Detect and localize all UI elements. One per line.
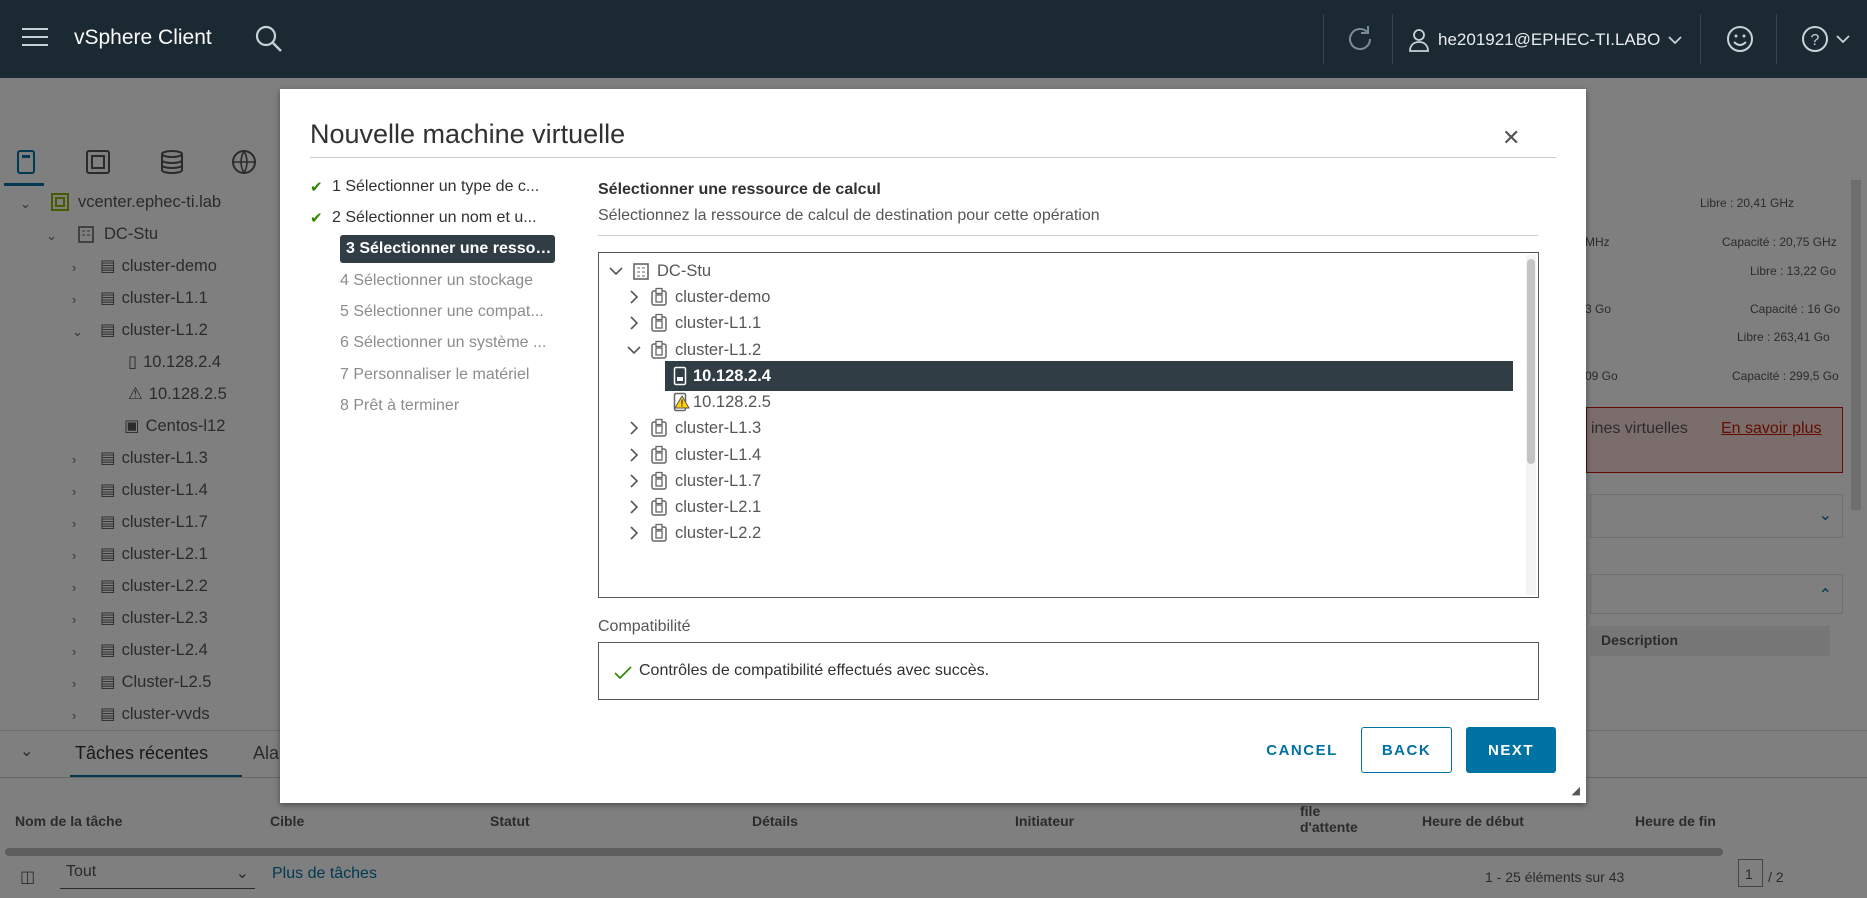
tree-node-cluster[interactable]: cluster-L1.3 — [629, 413, 761, 443]
help-icon: ? — [1802, 26, 1828, 52]
next-button[interactable]: NEXT — [1466, 727, 1556, 773]
svg-text:?: ? — [1811, 32, 1820, 49]
compatibility-label: Compatibilité — [598, 618, 691, 635]
wizard-step-label: 1 Sélectionner un type de c... — [332, 178, 540, 195]
tree-node-label: cluster-L1.3 — [675, 418, 762, 437]
wizard-step-label: 8 Prêt à terminer — [340, 397, 460, 414]
tree-node-label: cluster-L1.1 — [675, 313, 762, 332]
chevron-right-icon[interactable] — [629, 290, 639, 304]
wizard-step-label: 4 Sélectionner un stockage — [340, 272, 534, 289]
tree-node-label: cluster-L2.2 — [675, 523, 762, 542]
user-menu[interactable]: he201921@EPHEC-TI.LABO — [1408, 28, 1682, 52]
chevron-right-icon[interactable] — [629, 448, 639, 462]
header-divider — [1700, 14, 1701, 64]
dialog-title: Nouvelle machine virtuelle — [310, 119, 626, 149]
section-subtitle: Sélectionnez la ressource de calcul de d… — [598, 207, 1100, 224]
chevron-right-icon[interactable] — [629, 500, 639, 514]
tree-node-label: cluster-L1.4 — [675, 445, 762, 464]
cluster-icon — [651, 445, 667, 464]
chevron-down-icon — [1836, 35, 1850, 44]
check-icon — [614, 666, 632, 680]
cluster-icon — [651, 340, 667, 359]
scrollbar-thumb[interactable] — [1527, 259, 1535, 464]
wizard-step-current[interactable]: 3 Sélectionner une ressour... — [340, 235, 555, 263]
user-name: he201921@EPHEC-TI.LABO — [1438, 30, 1661, 49]
cluster-icon — [651, 313, 667, 332]
tree-node-label: 10.128.2.4 — [693, 366, 771, 385]
chevron-right-icon[interactable] — [629, 316, 639, 330]
user-icon — [1409, 29, 1429, 52]
tree-scrollbar[interactable] — [1526, 255, 1536, 595]
cluster-icon — [651, 471, 667, 490]
checkmark-icon: ✔ — [310, 179, 323, 196]
cluster-icon — [651, 497, 667, 516]
chevron-right-icon[interactable] — [629, 421, 639, 435]
tree-node-label: cluster-L2.1 — [675, 497, 762, 516]
wizard-step-label: 5 Sélectionner une compat... — [340, 303, 544, 320]
app-header: vSphere Client he201921@EPHEC-TI.LABO ? — [0, 0, 1867, 78]
refresh-icon[interactable] — [1343, 22, 1377, 61]
wizard-step-label: 7 Personnaliser le matériel — [340, 366, 530, 383]
header-divider — [1392, 14, 1393, 64]
tree-node-cluster[interactable]: cluster-L2.2 — [629, 518, 761, 548]
tree-node-cluster[interactable]: cluster-L1.1 — [629, 308, 761, 338]
chevron-right-icon[interactable] — [629, 474, 639, 488]
compatibility-box: Contrôles de compatibilité effectués ave… — [598, 642, 1539, 700]
resize-handle-icon[interactable]: ◢ — [1572, 784, 1580, 797]
compute-resource-tree: DC-Stu cluster-demo cluster-L1.1 cluster… — [598, 252, 1539, 598]
wizard-step: 5 Sélectionner une compat... — [310, 298, 555, 326]
close-icon[interactable]: ✕ — [1502, 125, 1520, 151]
cluster-icon — [651, 418, 667, 437]
header-divider — [1776, 14, 1777, 64]
wizard-step-label: 3 Sélectionner une ressour... — [346, 240, 555, 257]
cancel-button[interactable]: CANCEL — [1241, 727, 1363, 773]
section-title: Sélectionner une ressource de calcul — [598, 181, 881, 198]
host-icon — [673, 366, 687, 386]
chevron-right-icon[interactable] — [629, 526, 639, 540]
compatibility-message: Contrôles de compatibilité effectués ave… — [639, 662, 990, 679]
tree-node-label: 10.128.2.5 — [693, 392, 771, 411]
chevron-down-icon[interactable] — [609, 266, 623, 276]
menu-icon[interactable] — [22, 28, 48, 48]
host-warning-icon — [673, 392, 690, 412]
back-button[interactable]: BACK — [1361, 727, 1452, 773]
tree-node-host-selected[interactable]: 10.128.2.4 — [665, 361, 1513, 391]
feedback-smiley-icon[interactable] — [1725, 24, 1755, 59]
checkmark-icon: ✔ — [310, 210, 323, 227]
tree-node-label: cluster-L1.7 — [675, 471, 762, 490]
wizard-step: 8 Prêt à terminer — [310, 392, 555, 420]
tree-node-label: cluster-demo — [675, 287, 771, 306]
cluster-icon — [651, 523, 667, 542]
search-icon[interactable] — [254, 24, 284, 59]
wizard-step[interactable]: ✔ 2 Sélectionner un nom et u... — [310, 204, 555, 232]
wizard-step-label: 2 Sélectionner un nom et u... — [332, 209, 537, 226]
wizard-step-label: 6 Sélectionner un système ... — [340, 334, 547, 351]
wizard-step: 7 Personnaliser le matériel — [310, 361, 555, 389]
wizard-step: 4 Sélectionner un stockage — [310, 267, 555, 295]
chevron-down-icon — [1668, 36, 1682, 45]
wizard-step: 6 Sélectionner un système ... — [310, 329, 555, 357]
cluster-icon — [651, 287, 667, 306]
header-divider — [1323, 14, 1324, 64]
tree-node-label: cluster-L1.2 — [675, 340, 762, 359]
section-divider — [598, 235, 1538, 236]
help-menu[interactable]: ? — [1800, 24, 1850, 54]
datacenter-icon — [633, 263, 649, 280]
new-vm-wizard-dialog: Nouvelle machine virtuelle ✕ ✔ 1 Sélectio… — [280, 89, 1586, 803]
wizard-step[interactable]: ✔ 1 Sélectionner un type de c... — [310, 173, 555, 201]
chevron-down-icon[interactable] — [627, 345, 641, 355]
tree-node-label: DC-Stu — [657, 261, 712, 280]
title-divider — [310, 157, 1556, 158]
app-title: vSphere Client — [74, 26, 212, 49]
